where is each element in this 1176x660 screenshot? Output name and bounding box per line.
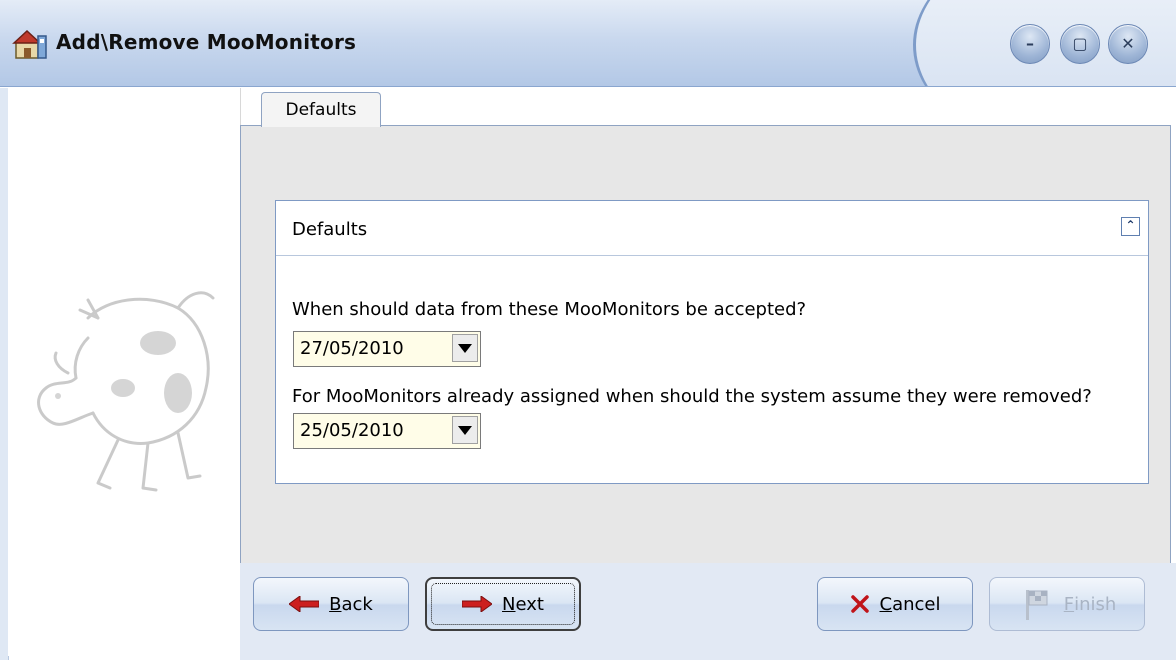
finish-button-accel: F [1063, 593, 1075, 615]
cancel-x-icon [850, 595, 869, 613]
maximize-icon: ▢ [1072, 34, 1088, 53]
accept-date-label: When should data from these MooMonitors … [292, 299, 807, 320]
finish-flag-icon [1025, 590, 1048, 620]
removed-date-value[interactable]: 25/05/2010 [300, 420, 404, 441]
next-button[interactable]: Next [425, 577, 581, 631]
accept-date-value[interactable]: 27/05/2010 [300, 338, 404, 359]
group-title: Defaults [292, 219, 368, 240]
finish-button[interactable]: Finish [989, 577, 1145, 631]
back-button-accel: B [329, 593, 342, 615]
chevron-up-icon: ⌃ [1125, 218, 1136, 232]
removed-date-label: For MooMonitors already assigned when sh… [292, 386, 1092, 407]
cancel-button[interactable]: Cancel [817, 577, 973, 631]
arrow-left-icon [289, 596, 320, 612]
accept-date-dropdown-button[interactable] [452, 334, 478, 362]
removed-date-dropdown-button[interactable] [452, 416, 478, 444]
minimize-button[interactable]: – [1010, 24, 1050, 64]
cancel-button-accel: C [879, 593, 893, 615]
cancel-button-label: ancel [892, 593, 941, 615]
tab-defaults-label: Defaults [285, 100, 357, 120]
finish-button-label: inish [1074, 593, 1117, 615]
app-icon [12, 29, 47, 59]
focus-rectangle [431, 583, 575, 625]
close-icon: ✕ [1121, 34, 1135, 53]
tab-defaults[interactable]: Defaults [261, 92, 381, 127]
window-title: Add\Remove MooMonitors [56, 30, 357, 54]
collapse-button[interactable]: ⌃ [1121, 217, 1140, 236]
removed-date-picker[interactable]: 25/05/2010 [293, 413, 481, 449]
maximize-button[interactable]: ▢ [1060, 24, 1100, 64]
cow-watermark-icon [37, 291, 215, 492]
defaults-group: Defaults ⌃ When should data from these M… [275, 200, 1149, 484]
back-button-label: ack [341, 593, 373, 615]
back-button[interactable]: Back [253, 577, 409, 631]
title-bar[interactable]: Add\Remove MooMonitors – ▢ ✕ [0, 0, 1176, 87]
accept-date-picker[interactable]: 27/05/2010 [293, 331, 481, 367]
chevron-down-icon [458, 343, 472, 353]
wizard-side-panel [8, 88, 241, 656]
group-header: Defaults ⌃ [276, 201, 1148, 256]
close-button[interactable]: ✕ [1108, 24, 1148, 64]
minimize-icon: – [1026, 34, 1034, 53]
chevron-down-icon [458, 425, 472, 435]
